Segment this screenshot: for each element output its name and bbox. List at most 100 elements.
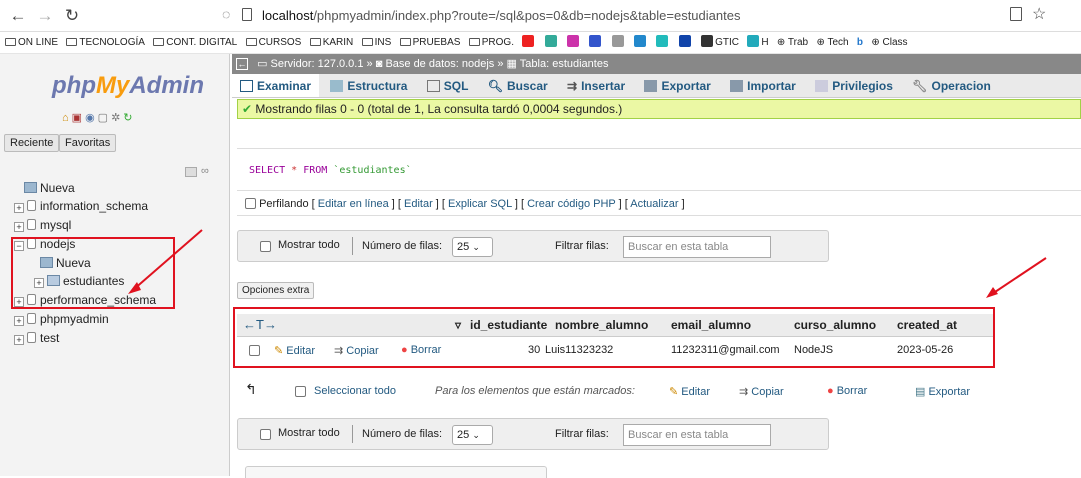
import-icon [730,80,744,92]
bookmark-online[interactable]: ON LINE [5,32,58,53]
show-all-label[interactable]: Mostrar todo [278,427,340,439]
link-create-php[interactable]: Crear código PHP [527,198,615,210]
bookmark-instagram[interactable] [567,32,581,53]
chevron-down-icon: ⌄ [472,242,480,252]
bookmark-tech[interactable]: ⊕ Tech [816,32,848,53]
collapse-arrow-icon[interactable]: ← [236,58,248,70]
globe-icon [656,35,669,47]
table-icon: ▦ [506,58,517,70]
link-explain-sql[interactable]: Explicar SQL [448,198,512,210]
divider [352,237,353,255]
breadcrumb-database[interactable]: ◙ Base de datos: nodejs [376,58,495,70]
rows-select[interactable]: 25 ⌄ [452,237,493,257]
main-tabs: Examinar Estructura SQL 🔍︎ Buscar ⇉ Insert… [232,74,1081,98]
insert-icon: ⇉ [567,79,578,93]
bookmark-n[interactable] [589,32,603,53]
tab-estructura[interactable]: Estructura [322,74,415,97]
server-icon: ▭ [257,58,268,70]
copy-icon: ⇉ [739,386,749,398]
bookmark-site[interactable] [611,32,626,53]
folder-icon [309,38,321,46]
link-inline-edit[interactable]: Editar en línea [318,198,389,210]
export-icon: ▤ [915,386,926,398]
show-all-checkbox[interactable] [260,241,271,252]
tab-insertar[interactable]: ⇉ Insertar [559,74,633,97]
bulk-copy-button[interactable]: ⇉ Copiar [739,385,784,398]
select-all-label[interactable]: Seleccionar todo [314,385,396,397]
instagram-icon [567,35,580,47]
arrow-up-icon: ↰ [245,381,257,397]
bulk-export-button[interactable]: ▤ Exportar [915,385,970,398]
tab-examinar[interactable]: Examinar [232,74,320,97]
reload-icon[interactable]: ↻ [62,6,82,26]
bookmark-gtic[interactable]: GTIC [701,32,739,53]
show-all-label[interactable]: Mostrar todo [278,239,340,251]
table-nav-top: Mostrar todo Número de filas: 25 ⌄ Filtr… [237,230,829,262]
privileges-icon [815,80,829,92]
tab-exportar[interactable]: Exportar [636,74,718,97]
rows-label: Número de filas: [362,428,443,440]
bookmark-class[interactable]: ⊕ Class [871,32,907,53]
tab-sql[interactable]: SQL [419,74,477,97]
for-marked-label: Para los elementos que están marcados: [435,385,635,397]
folder-icon [153,38,165,46]
folder-icon [245,38,257,46]
reader-view-icon[interactable] [1010,7,1022,21]
bookmark-edit[interactable] [634,32,648,53]
bookmark-pruebas[interactable]: PRUEBAS [399,32,460,53]
table-nav-bottom: Mostrar todo Número de filas: 25 ⌄ Filtr… [237,418,829,450]
camera-icon [678,35,691,47]
link-refresh[interactable]: Actualizar [630,198,678,210]
tab-importar[interactable]: Importar [722,74,804,97]
forward-arrow-icon[interactable]: → [35,6,55,26]
wrench-icon: 🔧︎ [912,79,928,93]
tab-privilegios[interactable]: Privilegios [807,74,901,97]
bulk-actions: ↰ Seleccionar todo Para los elementos qu… [237,381,997,403]
extra-options-button[interactable]: Opciones extra [237,282,315,299]
filter-input[interactable]: Buscar en esta tabla [623,236,771,258]
sql-query-box: SELECT * FROM `estudiantes` [237,148,1081,186]
page-icon [242,8,252,21]
chevron-down-icon: ⌄ [472,430,480,440]
bookmark-cont-digital[interactable]: CONT. DIGITAL [153,32,237,53]
rows-select[interactable]: 25 ⌄ [452,425,493,445]
tab-operaciones[interactable]: 🔧︎ Operacion [904,74,999,97]
link-edit[interactable]: Editar [404,198,433,210]
breadcrumb-table[interactable]: ▦ Tabla: estudiantes [507,58,609,70]
bookmark-prog[interactable]: PROG. [468,32,514,53]
back-arrow-icon[interactable]: ← [8,6,28,26]
divider [352,425,353,443]
tab-buscar[interactable]: 🔍︎ Buscar [480,74,556,97]
filter-label: Filtrar filas: [555,240,609,252]
profiling-bar: Perfilando [ Editar en línea ] [ Editar … [237,190,1081,216]
browse-icon [240,80,253,92]
bulk-edit-button[interactable]: ✎ Editar [669,385,710,398]
filter-input[interactable]: Buscar en esta tabla [623,424,771,446]
bookmark-tecnologia[interactable]: TECNOLOGÍA [66,32,145,53]
breadcrumb-server[interactable]: ▭ Servidor: 127.0.0.1 [257,58,363,70]
bulk-delete-button[interactable]: ● Borrar [827,385,867,397]
bookmark-cam[interactable] [678,32,693,53]
bookmark-ins[interactable]: INS [361,32,391,53]
site-icon [611,35,624,47]
select-all-checkbox[interactable] [295,386,306,397]
bookmark-youtube[interactable] [522,32,536,53]
bookmark-b[interactable]: b [856,32,864,53]
youtube-icon [522,35,535,47]
bookmark-h[interactable]: H [747,32,769,53]
bookmark-cursos[interactable]: CURSOS [245,32,301,53]
query-results-panel [245,466,547,478]
bookmark-trab[interactable]: ⊕ Trab [777,32,808,53]
globe-icon: ⊕ [816,37,825,48]
h-icon [747,35,760,47]
bookmark-app[interactable] [544,32,559,53]
app-icon [544,35,557,47]
star-icon[interactable]: ☆ [1032,4,1046,24]
b-icon: b [856,37,864,48]
address-bar[interactable]: ◌ localhost/phpmyadmin/index.php?route=/… [222,5,1022,27]
profiling-checkbox[interactable] [245,198,256,209]
export-icon [644,80,658,92]
bookmark-globe[interactable] [656,32,670,53]
show-all-checkbox[interactable] [260,429,271,440]
bookmark-karin[interactable]: KARIN [309,32,353,53]
